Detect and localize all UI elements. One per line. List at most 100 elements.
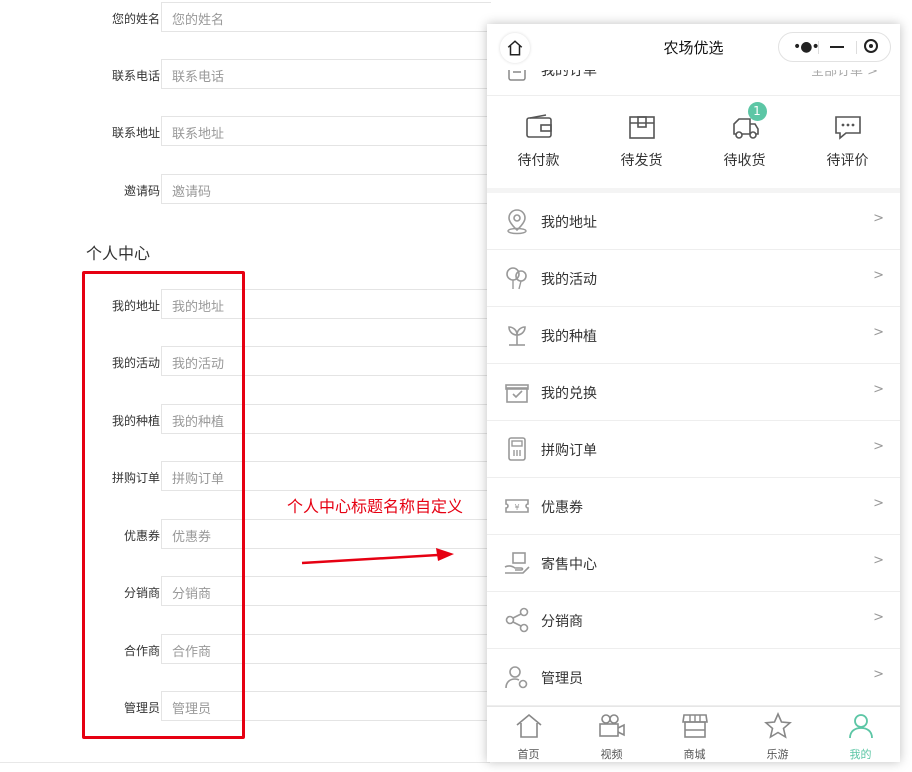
divider <box>856 41 857 54</box>
consign-icon <box>504 552 530 574</box>
phone-input[interactable]: 联系电话 <box>161 59 491 89</box>
order-pending-shipment[interactable]: 待发货 <box>590 112 693 170</box>
menu-item-activity[interactable]: 我的活动 > <box>487 250 900 307</box>
field-label: 您的姓名 <box>111 12 160 26</box>
tab-shop[interactable]: 商城 <box>653 711 736 762</box>
coupon-icon: ¥ <box>505 499 529 513</box>
all-orders-link[interactable]: 全部订单 > <box>811 70 878 79</box>
tab-travel[interactable]: 乐游 <box>736 711 819 762</box>
chevron-right-icon: > <box>873 211 884 226</box>
annotation-text: 个人中心标题名称自定义 <box>287 497 464 516</box>
chevron-right-icon: > <box>873 667 884 682</box>
chevron-right-icon: > <box>873 268 884 283</box>
menu-label: 我的地址 <box>541 215 597 231</box>
profile-icon <box>848 714 873 739</box>
tab-label: 视频 <box>600 748 623 761</box>
chevron-right-icon: > <box>873 553 884 568</box>
menu-label: 我的种植 <box>541 329 597 345</box>
order-status-bar: 待付款 待发货 1 待收货 待评价 <box>487 96 900 188</box>
chevron-right-icon: > <box>873 382 884 397</box>
divider <box>818 41 819 54</box>
menu-item-exchange[interactable]: 我的兑换 > <box>487 364 900 421</box>
field-label: 联系电话 <box>111 69 160 83</box>
invite-code-input[interactable]: 邀请码 <box>161 174 491 204</box>
form-row-center: 我的地址 我的地址 <box>0 289 500 321</box>
field-label: 邀请码 <box>123 184 160 198</box>
menu-label: 我的兑换 <box>541 386 597 402</box>
wallet-icon <box>525 114 552 138</box>
minimize-icon[interactable] <box>830 46 844 48</box>
menu-label: 管理员 <box>541 671 583 687</box>
tab-profile[interactable]: 我的 <box>819 711 900 762</box>
shop-icon <box>681 714 708 738</box>
order-header: 我的订单 全部订单 > <box>487 70 900 96</box>
receipt-icon <box>508 437 526 461</box>
menu-label: 拼购订单 <box>541 443 597 459</box>
menu-item-address[interactable]: 我的地址 > <box>487 193 900 250</box>
field-label: 联系地址 <box>111 126 160 140</box>
menu-item-coupons[interactable]: ¥ 优惠券 > <box>487 478 900 535</box>
tab-bar: 首页 视频 商城 乐游 我的 <box>487 706 900 762</box>
form-row-invite: 邀请码 邀请码 <box>0 174 500 206</box>
gift-icon <box>505 384 529 403</box>
tab-label: 商城 <box>683 748 706 761</box>
order-label: 待收货 <box>723 153 766 169</box>
order-pending-payment[interactable]: 待付款 <box>487 112 590 170</box>
phone-preview: 农场优选 •●• 我的订单 全部订单 > 待付款 待发货 1 待收货 待评价 我… <box>487 24 900 762</box>
order-count-badge: 1 <box>747 102 767 121</box>
more-icon[interactable]: •●• <box>793 39 820 55</box>
menu-item-distributor[interactable]: 分销商 > <box>487 592 900 649</box>
chevron-right-icon: > <box>873 439 884 454</box>
mini-program-capsule: •●• <box>778 32 891 62</box>
location-icon <box>507 209 527 235</box>
menu-label: 寄售中心 <box>541 557 597 573</box>
admin-user-icon <box>505 666 528 689</box>
share-icon <box>505 607 529 633</box>
form-row-center: 合作商 合作商 <box>0 634 500 666</box>
navigation-bar: 农场优选 •●• <box>487 24 900 70</box>
tab-label: 首页 <box>517 748 540 761</box>
tab-label: 我的 <box>849 748 872 761</box>
section-title: 个人中心 <box>86 244 151 263</box>
form-row-center: 我的种植 我的种植 <box>0 404 500 436</box>
chevron-right-icon: > <box>873 610 884 625</box>
form-row-center: 分销商 分销商 <box>0 576 500 608</box>
comment-icon <box>834 116 861 140</box>
svg-text:¥: ¥ <box>514 503 519 512</box>
form-row-center: 管理员 管理员 <box>0 691 500 723</box>
package-icon <box>628 116 655 139</box>
balloon-icon <box>506 267 527 290</box>
form-row-name: 您的姓名 您的姓名 <box>0 2 500 34</box>
profile-menu: 我的地址 > 我的活动 > 我的种植 > 我的兑换 > 拼购订单 > ¥ 优惠券… <box>487 193 900 706</box>
video-camera-icon <box>598 714 625 737</box>
form-row-center: 拼购订单 拼购订单 <box>0 461 500 493</box>
star-icon <box>763 712 792 739</box>
highlight-box <box>82 271 245 739</box>
tab-label: 乐游 <box>766 748 789 761</box>
menu-item-group-orders[interactable]: 拼购订单 > <box>487 421 900 478</box>
order-label: 待评价 <box>826 153 869 169</box>
address-input[interactable]: 联系地址 <box>161 116 491 146</box>
order-pending-receipt[interactable]: 1 待收货 <box>693 102 796 170</box>
menu-label: 分销商 <box>541 614 583 630</box>
home-icon <box>515 713 542 738</box>
order-label: 待发货 <box>620 153 663 169</box>
name-input[interactable]: 您的姓名 <box>161 2 491 32</box>
tab-video[interactable]: 视频 <box>570 711 653 762</box>
order-label: 待付款 <box>517 153 560 169</box>
chevron-right-icon: > <box>873 325 884 340</box>
close-target-icon[interactable] <box>864 39 878 53</box>
menu-item-admin[interactable]: 管理员 > <box>487 649 900 706</box>
order-header-title: 我的订单 <box>541 70 597 79</box>
order-list-icon <box>508 70 526 81</box>
chevron-right-icon: > <box>873 496 884 511</box>
order-pending-review[interactable]: 待评价 <box>796 112 899 170</box>
form-row-phone: 联系电话 联系电话 <box>0 59 500 91</box>
divider <box>0 762 490 763</box>
form-row-center: 我的活动 我的活动 <box>0 346 500 378</box>
tab-home[interactable]: 首页 <box>487 711 570 762</box>
menu-item-planting[interactable]: 我的种植 > <box>487 307 900 364</box>
menu-item-consignment[interactable]: 寄售中心 > <box>487 535 900 592</box>
menu-label: 我的活动 <box>541 272 597 288</box>
form-row-address: 联系地址 联系地址 <box>0 116 500 148</box>
